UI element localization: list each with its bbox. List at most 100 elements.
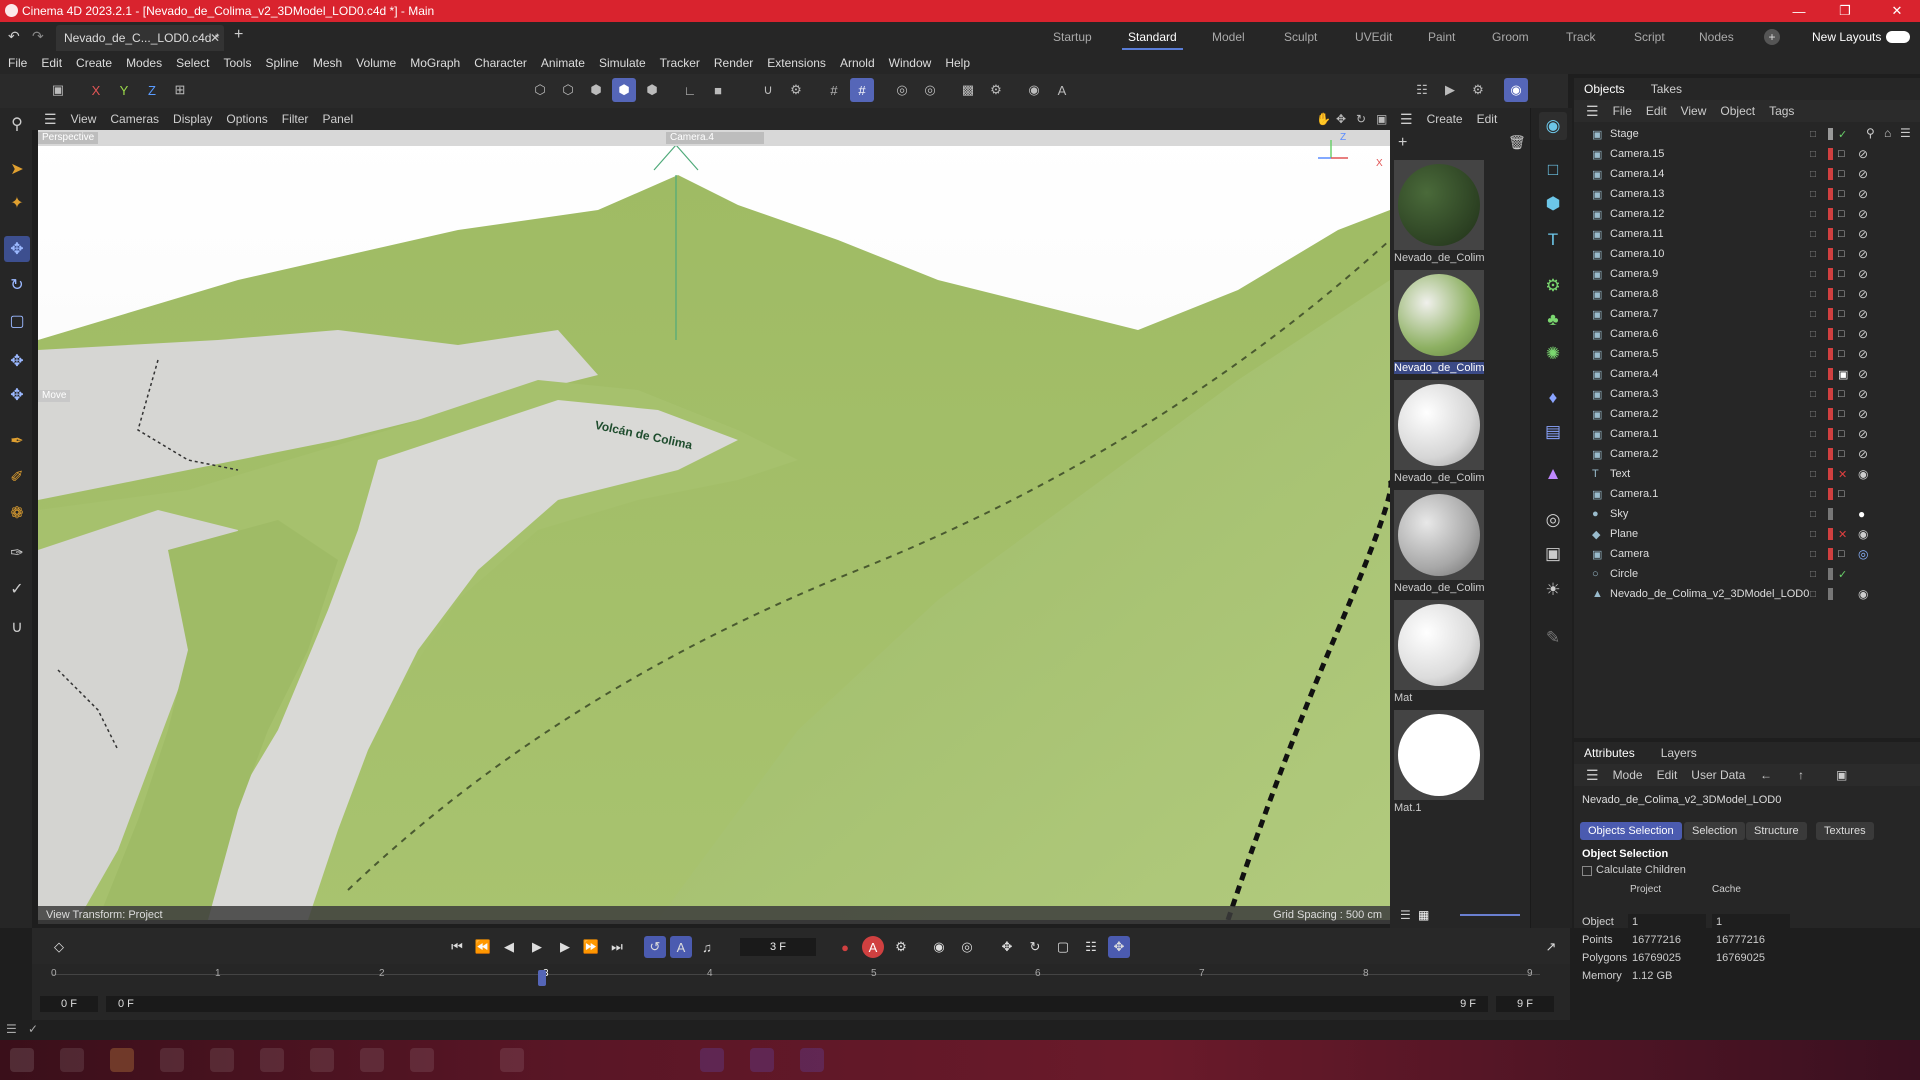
- mograph-icon[interactable]: ▲: [1539, 460, 1567, 488]
- object-row[interactable]: ▣ Camera.13 □ □ ⊘: [1574, 184, 1920, 204]
- rotate-view-icon[interactable]: ↻: [1356, 112, 1366, 126]
- tag-create-icon[interactable]: ✎: [1539, 624, 1567, 652]
- object-row[interactable]: ▣ Camera.2 □ □ ⊘: [1574, 444, 1920, 464]
- menu-edit[interactable]: Edit: [41, 56, 62, 70]
- object-row[interactable]: ▣ Camera.14 □ □ ⊘: [1574, 164, 1920, 184]
- null-object-icon[interactable]: ◉: [1539, 112, 1567, 140]
- edges-mode-icon[interactable]: ⬡: [556, 78, 580, 102]
- move-view-icon[interactable]: ✥: [1336, 112, 1346, 126]
- textures-button[interactable]: Textures: [1816, 822, 1874, 840]
- menu-help[interactable]: Help: [945, 56, 970, 70]
- hamburger-icon[interactable]: ☰: [44, 111, 57, 128]
- taskbar-app-icon[interactable]: [750, 1048, 774, 1072]
- selection-button[interactable]: Selection: [1684, 822, 1746, 840]
- go-to-end-icon[interactable]: ⏭: [606, 936, 628, 958]
- protection-tag-icon[interactable]: ⊘: [1858, 187, 1868, 201]
- layout-script[interactable]: Script: [1634, 22, 1665, 52]
- object-row[interactable]: ▣ Camera.5 □ □ ⊘: [1574, 344, 1920, 364]
- frame-ruler[interactable]: 0 1 2 3 4 5 6 7 8 9: [32, 968, 1570, 992]
- taskbar-app-icon[interactable]: [500, 1048, 524, 1072]
- attributes-menu-icon[interactable]: ☰: [1586, 767, 1599, 784]
- attr-menu-user-data[interactable]: User Data: [1691, 768, 1745, 782]
- vp-menu-display[interactable]: Display: [173, 112, 212, 126]
- motion-mode-icon[interactable]: ◉: [928, 936, 950, 958]
- vp-menu-view[interactable]: View: [71, 112, 97, 126]
- grid-view-icon[interactable]: ▦: [1418, 908, 1429, 922]
- obj-menu-object[interactable]: Object: [1720, 104, 1755, 118]
- protection-tag-icon[interactable]: ⊘: [1858, 447, 1868, 461]
- taskbar-app-icon[interactable]: [210, 1048, 234, 1072]
- object-row[interactable]: ▣ Camera.12 □ □ ⊘: [1574, 204, 1920, 224]
- material-menu-edit[interactable]: Edit: [1477, 112, 1498, 126]
- layout-paint[interactable]: Paint: [1428, 22, 1455, 52]
- taskbar-app-icon[interactable]: [700, 1048, 724, 1072]
- model-mode-icon[interactable]: ▣: [46, 78, 70, 102]
- object-row[interactable]: ▣ Camera.4 □ ▣ ⊘: [1574, 364, 1920, 384]
- effector-icon[interactable]: ✺: [1539, 340, 1567, 368]
- protection-tag-icon[interactable]: ⊘: [1858, 327, 1868, 341]
- next-key-icon[interactable]: ⏩: [580, 936, 602, 958]
- material-item[interactable]: Mat.1: [1394, 710, 1484, 814]
- target-icon[interactable]: □: [1838, 448, 1845, 460]
- object-row[interactable]: ▣ Camera □ □ ◎: [1574, 544, 1920, 564]
- taskbar-app-icon[interactable]: [60, 1048, 84, 1072]
- obj-menu-file[interactable]: File: [1613, 104, 1632, 118]
- objects-menu-icon[interactable]: ☰: [1586, 103, 1599, 120]
- symmetry-icon[interactable]: ◎: [890, 78, 914, 102]
- protection-tag-icon[interactable]: ⊘: [1858, 307, 1868, 321]
- protection-tag-icon[interactable]: ⊘: [1858, 167, 1868, 181]
- close-icon[interactable]: ✕: [1874, 0, 1920, 22]
- move-tool-icon[interactable]: ✥: [4, 236, 30, 262]
- rotate-tool-icon[interactable]: ↻: [4, 272, 30, 298]
- snap-settings-icon[interactable]: ⚙: [784, 78, 808, 102]
- scale-key-icon[interactable]: ▢: [1052, 936, 1074, 958]
- vp-menu-panel[interactable]: Panel: [322, 112, 353, 126]
- target-icon[interactable]: □: [1838, 428, 1845, 440]
- close-tab-icon[interactable]: ✕: [210, 31, 220, 45]
- add-tab-icon[interactable]: +: [234, 26, 243, 44]
- keyframe-mode-icon[interactable]: ◎: [956, 936, 978, 958]
- layout-sculpt[interactable]: Sculpt: [1284, 22, 1317, 52]
- target-icon[interactable]: □: [1838, 288, 1845, 300]
- up-icon[interactable]: ↑: [1798, 768, 1804, 782]
- object-row[interactable]: ▣ Camera.10 □ □ ⊘: [1574, 244, 1920, 264]
- coordinate-system-icon[interactable]: ⊞: [168, 78, 192, 102]
- attr-menu-mode[interactable]: Mode: [1613, 768, 1643, 782]
- y-axis-lock-icon[interactable]: Y: [112, 78, 136, 102]
- attr-menu-edit[interactable]: Edit: [1657, 768, 1678, 782]
- check-icon[interactable]: ✓: [1838, 568, 1847, 581]
- taskbar-app-icon[interactable]: [310, 1048, 334, 1072]
- play-icon[interactable]: ▶: [526, 936, 548, 958]
- tab-objects[interactable]: Objects: [1584, 82, 1625, 96]
- preview-range-slider[interactable]: 0 F 9 F: [106, 996, 1488, 1012]
- previous-key-icon[interactable]: ⏪: [472, 936, 494, 958]
- minimize-icon[interactable]: —: [1776, 0, 1822, 22]
- object-row[interactable]: ● Sky □ ●: [1574, 504, 1920, 524]
- target-icon[interactable]: □: [1838, 148, 1845, 160]
- target-icon[interactable]: □: [1838, 328, 1845, 340]
- protection-tag-icon[interactable]: ⊘: [1858, 247, 1868, 261]
- taskbar-app-icon[interactable]: [160, 1048, 184, 1072]
- target-icon[interactable]: □: [1838, 248, 1845, 260]
- sketch-tool-icon[interactable]: ✐: [4, 464, 30, 490]
- tab-attributes[interactable]: Attributes: [1584, 746, 1635, 760]
- taskbar-app-icon[interactable]: [10, 1048, 34, 1072]
- object-row[interactable]: ▲ Nevado_de_Colima_v2_3DModel_LOD0 □ ◉: [1574, 584, 1920, 604]
- camera-tag-icon[interactable]: ◎: [1858, 547, 1868, 561]
- redshift-icon[interactable]: ◉: [1504, 78, 1528, 102]
- menu-extensions[interactable]: Extensions: [767, 56, 826, 70]
- vp-menu-options[interactable]: Options: [226, 112, 267, 126]
- param-key-icon[interactable]: ☷: [1080, 936, 1102, 958]
- render-view-icon[interactable]: ☷: [1410, 78, 1434, 102]
- points-mode-icon[interactable]: ⬡: [528, 78, 552, 102]
- object-row[interactable]: ▣ Stage □ ✓: [1574, 124, 1920, 144]
- material-tag-icon[interactable]: ◉: [1858, 587, 1868, 601]
- target-icon[interactable]: □: [1838, 388, 1845, 400]
- menu-animate[interactable]: Animate: [541, 56, 585, 70]
- target-icon[interactable]: □: [1838, 208, 1845, 220]
- protection-tag-icon[interactable]: ⊘: [1858, 387, 1868, 401]
- undo-icon[interactable]: ↶: [8, 28, 20, 45]
- viewport-solo-icon[interactable]: ◉: [1022, 78, 1046, 102]
- menu-character[interactable]: Character: [474, 56, 527, 70]
- layout-groom[interactable]: Groom: [1492, 22, 1529, 52]
